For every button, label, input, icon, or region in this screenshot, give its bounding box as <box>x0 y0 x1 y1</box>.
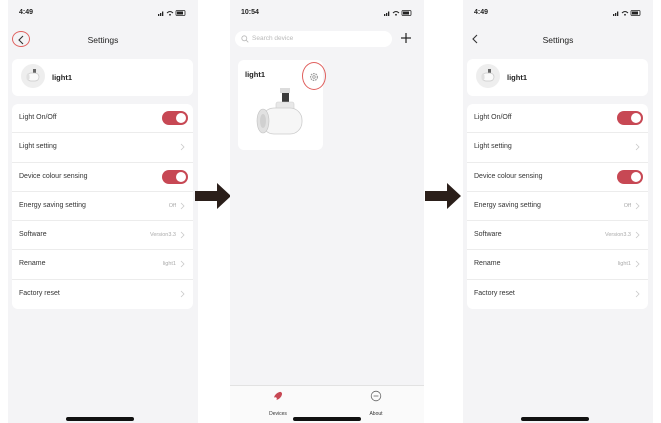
device-colour-sensing-toggle[interactable] <box>617 169 643 184</box>
toggle-knob <box>631 171 641 182</box>
row-label: Software <box>474 231 502 239</box>
row-light-setting[interactable]: Light setting <box>467 133 648 163</box>
chevron-right-icon <box>635 261 640 268</box>
row-label: Device colour sensing <box>19 172 88 180</box>
add-device-button[interactable] <box>398 30 414 46</box>
row-light-setting[interactable]: Light setting <box>12 133 193 163</box>
spotlight-icon <box>481 69 495 82</box>
status-time: 4:49 <box>474 9 489 16</box>
row-energy-saving-setting[interactable]: Energy saving setting Off <box>467 192 648 222</box>
device-tile[interactable]: light1 <box>238 60 326 150</box>
device-name: light1 <box>507 73 527 82</box>
row-label: Light setting <box>474 143 512 151</box>
device-thumbnail <box>21 64 45 88</box>
row-label: Rename <box>474 260 501 268</box>
status-time: 4:49 <box>19 9 34 16</box>
page-title: Settings <box>87 35 119 45</box>
devices-icon <box>273 391 283 401</box>
row-device-colour-sensing: Device colour sensing <box>467 163 648 192</box>
row-value: Off <box>623 202 631 209</box>
row-software[interactable]: Software Version3.3 <box>467 221 648 251</box>
status-bar: 10:54 <box>230 0 424 24</box>
status-icons <box>158 10 186 16</box>
navigation-bar: Settings <box>8 28 198 50</box>
toggle-knob <box>176 171 186 182</box>
row-label: Light On/Off <box>19 114 57 121</box>
search-input[interactable]: Search device <box>235 31 392 47</box>
row-rename[interactable]: Rename light1 <box>467 250 648 280</box>
home-indicator <box>66 417 134 421</box>
search-placeholder: Search device <box>252 35 294 42</box>
row-label: Energy saving setting <box>474 201 541 209</box>
row-factory-reset[interactable]: Factory reset <box>12 280 193 309</box>
home-indicator <box>293 417 361 421</box>
arrow-right-icon <box>425 183 461 209</box>
chevron-right-icon <box>180 202 185 210</box>
chevron-right-icon <box>180 144 185 151</box>
settings-list: Light On/Off Light setting Device colour… <box>12 104 193 310</box>
gear-icon <box>309 72 319 82</box>
settings-screen-1: 4:49 Settings light1 Light On/Off Light … <box>8 0 198 423</box>
tab-devices[interactable]: Devices <box>248 390 308 418</box>
row-value: Off <box>168 202 176 209</box>
row-label: Light setting <box>19 143 57 151</box>
row-label: Device colour sensing <box>474 172 543 180</box>
device-name: light1 <box>52 73 72 82</box>
row-label: Factory reset <box>474 289 515 297</box>
status-bar: 4:49 <box>8 0 198 24</box>
search-icon <box>241 35 249 43</box>
status-icons <box>613 10 641 16</box>
status-time: 10:54 <box>241 9 259 16</box>
settings-screen-2: 4:49 Settings light1 Light On/Off Light … <box>463 0 653 423</box>
status-bar: 4:49 <box>463 0 653 24</box>
light-on-off-toggle[interactable] <box>617 111 643 125</box>
about-icon <box>370 390 382 402</box>
row-value: light1 <box>162 261 176 268</box>
chevron-right-icon <box>635 290 640 298</box>
device-thumbnail <box>476 64 500 88</box>
devices-screen: 10:54 Search device light1 Devices About <box>230 0 424 423</box>
toggle-knob <box>631 113 641 123</box>
row-label: Rename <box>19 260 46 268</box>
navigation-bar: Settings <box>463 28 653 50</box>
device-tile-name: light1 <box>245 70 265 79</box>
device-card: light1 <box>12 59 193 96</box>
chevron-right-icon <box>635 144 640 151</box>
row-light-on-off: Light On/Off <box>12 104 193 134</box>
page-title: Settings <box>542 35 574 45</box>
home-indicator <box>521 417 589 421</box>
row-rename[interactable]: Rename light1 <box>12 250 193 280</box>
row-value: light1 <box>617 261 631 268</box>
row-device-colour-sensing: Device colour sensing <box>12 163 193 192</box>
device-colour-sensing-toggle[interactable] <box>162 169 188 184</box>
row-software[interactable]: Software Version3.3 <box>12 221 193 251</box>
light-on-off-toggle[interactable] <box>162 111 188 125</box>
device-settings-button[interactable] <box>302 62 326 90</box>
chevron-right-icon <box>180 261 185 268</box>
row-energy-saving-setting[interactable]: Energy saving setting Off <box>12 192 193 222</box>
row-label: Factory reset <box>19 289 60 297</box>
tab-about[interactable]: About <box>346 390 406 418</box>
chevron-right-icon <box>635 202 640 210</box>
status-icons <box>384 10 412 16</box>
row-value: Version3.3 <box>150 232 176 239</box>
row-factory-reset[interactable]: Factory reset <box>467 280 648 309</box>
chevron-right-icon <box>180 231 185 239</box>
row-label: Energy saving setting <box>19 201 86 209</box>
spotlight-icon <box>26 69 40 82</box>
row-light-on-off: Light On/Off <box>467 104 648 134</box>
settings-list: Light On/Off Light setting Device colour… <box>467 104 648 310</box>
chevron-right-icon <box>635 231 640 239</box>
row-value: Version3.3 <box>605 232 631 239</box>
device-card: light1 <box>467 59 648 96</box>
row-label: Light On/Off <box>474 114 512 121</box>
row-label: Software <box>19 231 47 239</box>
spotlight-product-icon <box>256 88 303 135</box>
chevron-right-icon <box>180 290 185 298</box>
arrow-right-icon <box>195 183 231 209</box>
toggle-knob <box>176 113 186 123</box>
